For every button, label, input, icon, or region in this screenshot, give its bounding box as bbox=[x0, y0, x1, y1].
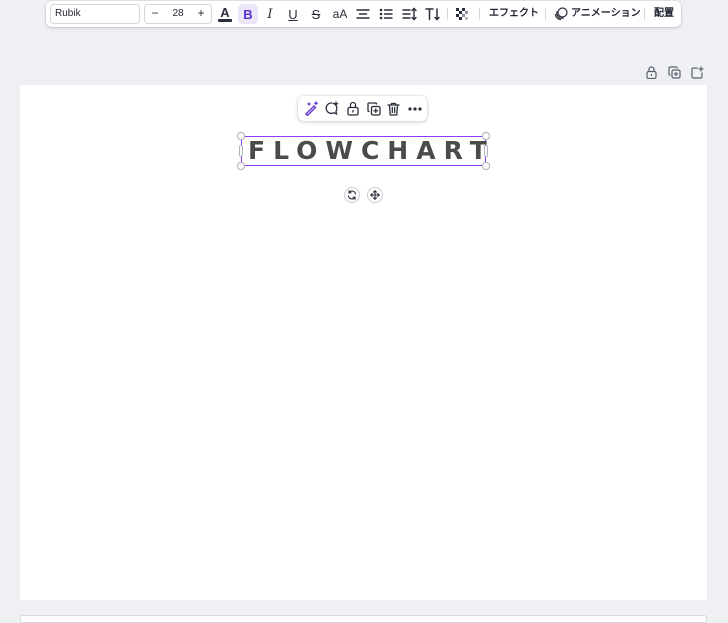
effects-label: エフェクト bbox=[489, 8, 539, 19]
move-handle[interactable] bbox=[367, 187, 383, 203]
toolbar-divider bbox=[479, 8, 480, 20]
animation-icon bbox=[554, 7, 568, 21]
duplicate-page-button[interactable] bbox=[666, 64, 682, 80]
font-size-decrease-button[interactable]: − bbox=[146, 5, 164, 23]
move-icon bbox=[370, 190, 380, 200]
resize-handle-top-right[interactable] bbox=[482, 132, 490, 140]
selected-text-element[interactable]: FLOWCHART bbox=[241, 136, 487, 166]
transparency-icon bbox=[455, 7, 468, 20]
bullet-list-icon bbox=[379, 8, 393, 20]
spacing-button[interactable] bbox=[399, 4, 419, 24]
letter-case-icon: aA bbox=[332, 7, 348, 21]
animation-button[interactable]: アニメーション bbox=[554, 4, 641, 24]
strikethrough-button[interactable]: S bbox=[306, 4, 326, 24]
resize-handle-top-left[interactable] bbox=[237, 132, 245, 140]
rotate-handle[interactable] bbox=[344, 187, 360, 203]
bold-button[interactable]: B bbox=[238, 4, 258, 24]
effects-button[interactable]: エフェクト bbox=[489, 4, 539, 24]
underline-button[interactable]: U bbox=[283, 4, 303, 24]
text-color-button[interactable]: A bbox=[215, 4, 235, 24]
align-center-icon bbox=[356, 9, 370, 19]
lock-element-button[interactable] bbox=[343, 99, 362, 118]
more-icon bbox=[407, 106, 422, 111]
letter-case-button[interactable]: aA bbox=[329, 4, 351, 24]
text-resize-button[interactable] bbox=[422, 4, 442, 24]
line-spacing-icon bbox=[401, 7, 417, 21]
headline-text[interactable]: FLOWCHART bbox=[242, 137, 487, 165]
delete-icon bbox=[387, 102, 400, 116]
italic-icon: I bbox=[267, 6, 273, 22]
list-button[interactable] bbox=[376, 4, 396, 24]
font-family-value: Rubik bbox=[55, 8, 81, 19]
add-page-icon bbox=[690, 65, 704, 79]
lock-icon bbox=[346, 101, 359, 116]
element-context-menu bbox=[298, 96, 427, 121]
transparency-button[interactable] bbox=[452, 4, 472, 24]
next-page[interactable] bbox=[20, 615, 707, 623]
resize-handle-bottom-right[interactable] bbox=[482, 162, 490, 170]
font-size-control: − 28 + bbox=[144, 4, 212, 24]
animation-label: アニメーション bbox=[571, 8, 641, 19]
text-toolbar: Rubik − 28 + A B I U S aA エフェクト アニメーション … bbox=[46, 1, 681, 27]
font-size-increase-button[interactable]: + bbox=[192, 5, 210, 23]
underline-icon: U bbox=[288, 6, 298, 22]
add-page-button[interactable] bbox=[689, 64, 705, 80]
comment-button[interactable] bbox=[322, 99, 341, 118]
toolbar-divider bbox=[545, 8, 546, 20]
bold-icon: B bbox=[243, 6, 253, 22]
more-options-button[interactable] bbox=[405, 99, 424, 118]
position-label: 配置 bbox=[654, 8, 674, 19]
text-color-glyph: A bbox=[220, 5, 230, 20]
lock-page-button[interactable] bbox=[643, 64, 659, 80]
text-color-swatch bbox=[218, 19, 232, 22]
resize-handle-right[interactable] bbox=[484, 145, 488, 157]
align-center-button[interactable] bbox=[353, 4, 373, 24]
duplicate-page-icon bbox=[667, 65, 681, 79]
magic-write-button[interactable] bbox=[302, 99, 321, 118]
italic-button[interactable]: I bbox=[260, 4, 280, 24]
strikethrough-icon: S bbox=[311, 6, 321, 22]
text-color-icon: A bbox=[218, 5, 232, 22]
position-button[interactable]: 配置 bbox=[654, 4, 674, 24]
rotate-icon bbox=[347, 190, 357, 200]
text-vertical-icon bbox=[424, 8, 440, 21]
lock-icon bbox=[645, 65, 657, 79]
resize-handle-bottom-left[interactable] bbox=[237, 162, 245, 170]
font-family-dropdown[interactable]: Rubik bbox=[50, 4, 140, 24]
toolbar-divider bbox=[644, 8, 645, 20]
delete-button[interactable] bbox=[384, 99, 403, 118]
comment-icon bbox=[325, 101, 339, 116]
toolbar-divider bbox=[447, 8, 448, 20]
duplicate-button[interactable] bbox=[364, 99, 383, 118]
font-size-input[interactable]: 28 bbox=[165, 5, 191, 23]
magic-write-icon bbox=[305, 101, 318, 116]
resize-handle-left[interactable] bbox=[239, 145, 243, 157]
duplicate-icon bbox=[366, 101, 381, 116]
